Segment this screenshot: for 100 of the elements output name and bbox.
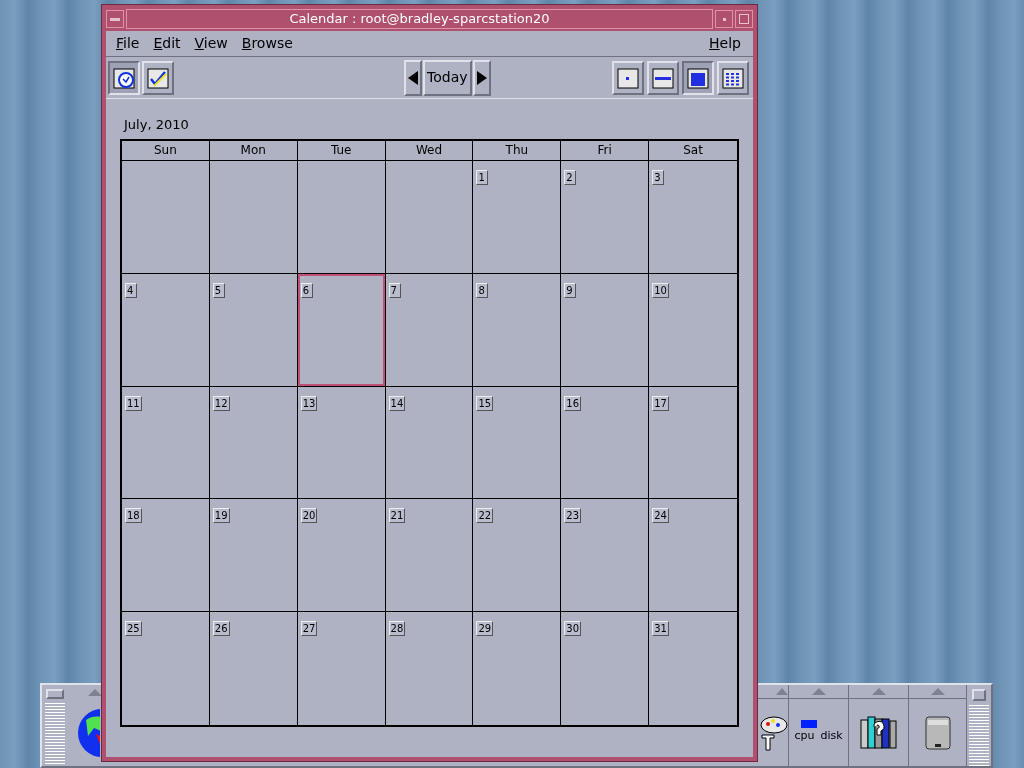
day-cell[interactable]: 19 bbox=[209, 499, 298, 613]
window-title: Calendar : root@bradley-sparcstation20 bbox=[126, 9, 713, 29]
day-cell[interactable]: 22 bbox=[473, 499, 562, 613]
day-cell[interactable]: 30 bbox=[561, 612, 650, 725]
menu-item[interactable]: Browse bbox=[241, 33, 293, 54]
day-cell[interactable]: 28 bbox=[385, 612, 474, 725]
date-number[interactable]: 25 bbox=[125, 621, 142, 637]
meter-label: disk bbox=[820, 728, 843, 745]
day-cell[interactable]: 16 bbox=[561, 386, 650, 500]
day-cell[interactable]: 14 bbox=[385, 386, 474, 500]
weekday-header: Fri bbox=[561, 141, 650, 161]
date-number[interactable]: 12 bbox=[212, 395, 230, 411]
panel-grip bbox=[969, 705, 989, 766]
trash-can-icon[interactable] bbox=[924, 715, 951, 750]
date-number[interactable]: 18 bbox=[125, 508, 142, 524]
day-view-icon bbox=[616, 65, 640, 90]
panel-minimize-handle[interactable] bbox=[46, 689, 64, 699]
date-number[interactable]: 4 bbox=[125, 282, 137, 298]
palette-fonts-icon[interactable] bbox=[758, 714, 788, 751]
date-number[interactable]: 13 bbox=[300, 395, 318, 411]
help-books-icon[interactable] bbox=[858, 715, 899, 750]
date-number[interactable]: 16 bbox=[564, 395, 581, 411]
date-number[interactable]: 2 bbox=[564, 170, 577, 185]
menu-item[interactable]: Help bbox=[709, 33, 741, 54]
maximize-button[interactable] bbox=[735, 10, 753, 28]
panel-minimize-handle[interactable] bbox=[972, 689, 986, 701]
date-number[interactable]: 14 bbox=[388, 395, 406, 411]
date-number[interactable]: 6 bbox=[300, 282, 313, 298]
date-number[interactable]: 27 bbox=[300, 621, 318, 637]
date-number[interactable]: 15 bbox=[476, 395, 494, 411]
day-cell[interactable]: 13 bbox=[297, 386, 386, 500]
day-cell[interactable]: 24 bbox=[649, 499, 737, 613]
day-cell[interactable]: 11 bbox=[122, 386, 210, 500]
date-number[interactable]: 26 bbox=[212, 621, 230, 637]
appointment-button[interactable] bbox=[108, 60, 140, 95]
date-number[interactable]: 9 bbox=[564, 282, 577, 298]
month-button[interactable] bbox=[682, 60, 714, 95]
day-cell[interactable]: 5 bbox=[209, 273, 298, 387]
date-number[interactable]: 7 bbox=[388, 282, 401, 298]
day-cell[interactable]: 25 bbox=[122, 612, 210, 725]
date-number[interactable]: 17 bbox=[652, 395, 669, 411]
window-menu-button[interactable] bbox=[106, 10, 124, 28]
minimize-button[interactable] bbox=[715, 10, 733, 28]
next-button[interactable] bbox=[472, 59, 491, 96]
date-number[interactable]: 22 bbox=[476, 508, 494, 524]
day-button[interactable] bbox=[612, 60, 644, 95]
day-cell[interactable]: 21 bbox=[385, 499, 474, 613]
checklist-icon bbox=[146, 65, 170, 90]
day-cell[interactable]: 7 bbox=[385, 273, 474, 387]
previous-button[interactable] bbox=[404, 59, 422, 96]
weekday-header: Mon bbox=[209, 141, 298, 161]
date-number[interactable]: 31 bbox=[652, 621, 669, 637]
menu-item[interactable]: File bbox=[116, 33, 140, 54]
year-button[interactable] bbox=[717, 60, 749, 95]
date-number[interactable]: 1 bbox=[476, 170, 489, 185]
day-cell[interactable]: 8 bbox=[473, 273, 562, 387]
date-number[interactable]: 21 bbox=[388, 508, 406, 524]
date-number[interactable]: 11 bbox=[125, 395, 142, 411]
day-cell[interactable]: 18 bbox=[122, 499, 210, 613]
day-cell[interactable]: 17 bbox=[649, 386, 737, 500]
date-number[interactable]: 23 bbox=[564, 508, 581, 524]
day-cell[interactable]: 3 bbox=[649, 161, 737, 274]
today-button[interactable]: Today bbox=[423, 59, 472, 96]
day-cell[interactable]: 12 bbox=[209, 386, 298, 500]
day-cell[interactable]: 26 bbox=[209, 612, 298, 725]
date-number[interactable]: 5 bbox=[212, 282, 225, 298]
day-cell[interactable]: 23 bbox=[561, 499, 650, 613]
date-number[interactable]: 28 bbox=[388, 621, 406, 637]
date-number[interactable]: 24 bbox=[652, 508, 669, 524]
month-title: July, 2010 bbox=[124, 116, 190, 134]
weekday-header: Sat bbox=[649, 141, 737, 161]
todo-button[interactable] bbox=[142, 60, 174, 95]
date-number[interactable]: 30 bbox=[564, 621, 581, 637]
day-cell[interactable]: 6 bbox=[297, 273, 386, 387]
day-cell[interactable]: 1 bbox=[473, 161, 562, 274]
day-cell[interactable]: 9 bbox=[561, 273, 650, 387]
menu-item[interactable]: View bbox=[194, 33, 228, 54]
menu-item[interactable]: Edit bbox=[153, 33, 181, 54]
day-cell[interactable]: 10 bbox=[649, 273, 737, 387]
day-cell[interactable]: 20 bbox=[297, 499, 386, 613]
weekday-header: Sun bbox=[122, 141, 210, 161]
day-cell[interactable]: 29 bbox=[473, 612, 562, 725]
date-number[interactable]: 10 bbox=[652, 282, 669, 298]
weekday-header: Tue bbox=[297, 141, 386, 161]
day-cell[interactable]: 4 bbox=[122, 273, 210, 387]
date-number[interactable]: 3 bbox=[652, 170, 665, 185]
week-view-icon bbox=[651, 65, 675, 90]
day-cell[interactable]: 2 bbox=[561, 161, 650, 274]
week-button[interactable] bbox=[647, 60, 679, 95]
date-number[interactable]: 20 bbox=[300, 508, 318, 524]
day-cell[interactable]: 31 bbox=[649, 612, 737, 725]
weekday-header: Thu bbox=[473, 141, 562, 161]
date-number[interactable]: 8 bbox=[476, 282, 489, 298]
cpu-meter-bar bbox=[800, 720, 817, 729]
weekday-header: Wed bbox=[385, 141, 474, 161]
date-number[interactable]: 19 bbox=[212, 508, 230, 524]
day-cell[interactable]: 27 bbox=[297, 612, 386, 725]
day-cell[interactable]: 15 bbox=[473, 386, 562, 500]
subpanel-arrow-icon[interactable] bbox=[88, 688, 102, 696]
date-number[interactable]: 29 bbox=[476, 621, 494, 637]
